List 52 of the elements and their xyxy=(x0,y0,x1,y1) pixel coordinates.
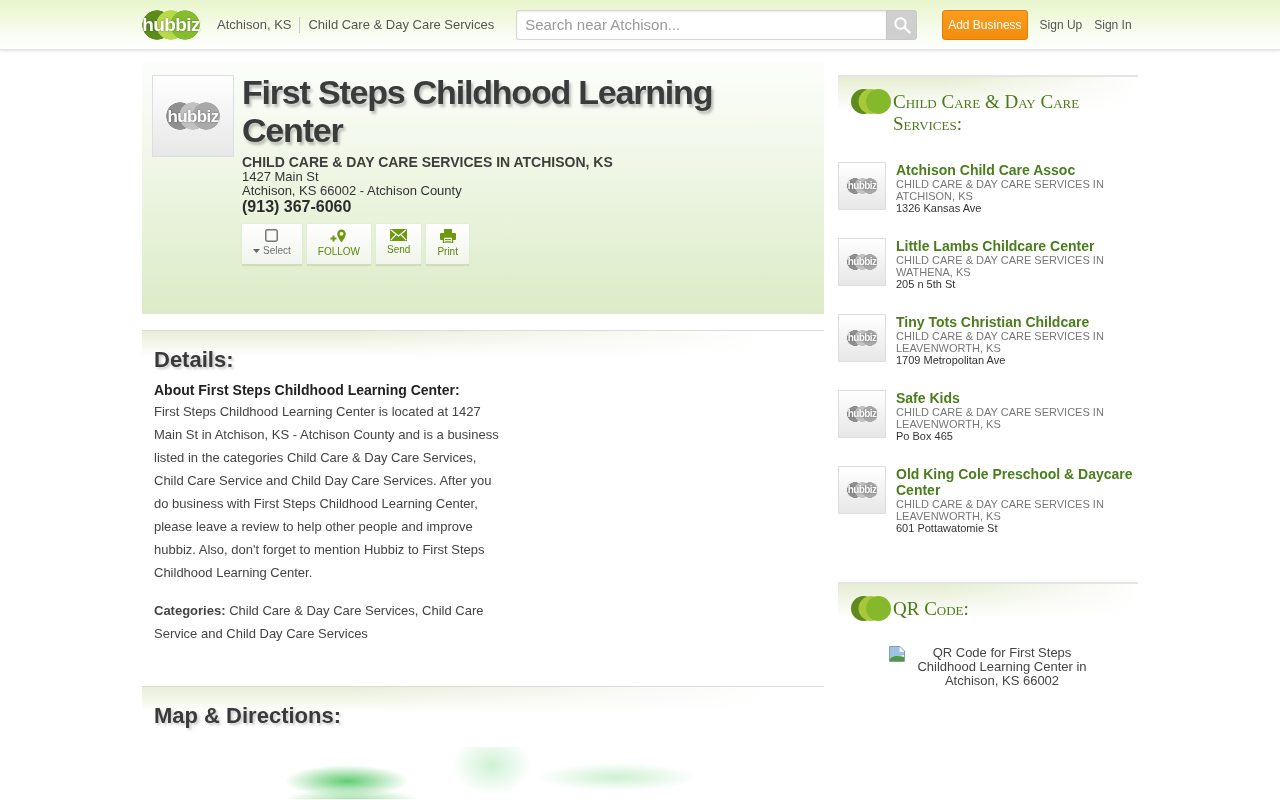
listing-address: Po Box 465 xyxy=(896,430,953,442)
listing-category: CHILD CARE & DAY CARE SERVICES IN LEAVENWORTH, KS xyxy=(896,498,1105,522)
circles-icon xyxy=(851,89,891,114)
placeholder-logo: hubbiz xyxy=(846,178,878,194)
send-button[interactable]: Send xyxy=(376,224,422,266)
business-title: First Steps Childhood Learning Center xyxy=(242,73,714,149)
listing-category: CHILD CARE & DAY CARE SERVICES IN LEAVENWORTH, KS xyxy=(896,406,1105,430)
follow-button[interactable]: FOLLOW xyxy=(306,224,372,266)
listing-address: 205 n 5th St xyxy=(896,278,956,290)
phone-number: (913) 367-6060 xyxy=(242,198,352,216)
placeholder-logo: hubbiz xyxy=(846,330,878,346)
listing-category: CHILD CARE & DAY CARE SERVICES IN WATHENA, KS xyxy=(896,254,1105,278)
circles-icon xyxy=(851,596,891,621)
breadcrumb-link[interactable]: Child Care & Day Care Services xyxy=(299,16,495,33)
listing-category: CHILD CARE & DAY CARE SERVICES IN LEAVENWORTH, KS xyxy=(896,330,1105,354)
caret-down-icon xyxy=(253,249,260,253)
pin-plus-icon xyxy=(330,229,348,243)
sidebar-title: Child Care & Day Care Services: xyxy=(893,91,1081,135)
header-link[interactable]: Sign In xyxy=(1094,17,1132,32)
search-button[interactable] xyxy=(886,9,918,40)
listing-link[interactable]: Old King Cole Preschool & Daycare Center xyxy=(896,466,1138,498)
broken-image-icon xyxy=(889,646,905,662)
qr-alt-text: QR Code for First Steps Childhood Learning Center in Atchison, KS 66002 xyxy=(916,646,1088,688)
header-link[interactable]: Sign Up xyxy=(1039,17,1083,32)
listing-link[interactable]: Tiny Tots Christian Childcare xyxy=(896,314,1090,330)
about-text: First Steps Childhood Learning Center is located at 1427 Main St in Atchison, KS - Atchison County and is a business listed in the categories Child Care & Day Care Services, Child Care Service and Child Day Care Services. After you do business with First Steps Childhood Learning Center, please leave a review to help other people and improve hubbiz. Also, don't forget to mention Hubbiz to First Steps Childhood Learning Center. xyxy=(154,403,500,582)
breadcrumb-link[interactable]: Atchison, KS xyxy=(217,16,292,33)
categories-text: Categories: Child Care & Day Care Services, Child Care Service and Child Day Care Services xyxy=(154,602,485,643)
section-heading: Map & Directions: xyxy=(154,703,342,729)
print-button[interactable]: Print xyxy=(426,224,469,266)
address-line: Atchison, KS 66002 - Atchison County xyxy=(242,184,462,198)
placeholder-logo: hubbiz xyxy=(846,254,878,270)
listing-category: CHILD CARE & DAY CARE SERVICES IN ATCHISON, KS xyxy=(896,178,1105,202)
search-field[interactable]: Search near Atchison... xyxy=(516,9,887,40)
listing-link[interactable]: Little Lambs Childcare Center xyxy=(896,238,1095,254)
section-heading: Details: xyxy=(154,347,234,373)
listing-address: 601 Pottawatomie St xyxy=(896,522,998,534)
printer-icon xyxy=(439,229,456,243)
listing-address: 1326 Kansas Ave xyxy=(896,202,982,214)
placeholder-logo: hubbiz xyxy=(846,406,878,422)
sidebar-title: QR Code: xyxy=(893,598,969,620)
address-line: 1427 Main St xyxy=(242,170,319,184)
select-button[interactable]: Select xyxy=(242,224,302,266)
business-category: CHILD CARE & DAY CARE SERVICES IN ATCHISON, KS xyxy=(242,154,613,170)
listing-link[interactable]: Atchison Child Care Assoc xyxy=(896,162,1076,178)
listing-link[interactable]: Safe Kids xyxy=(896,390,960,406)
placeholder-logo: hubbiz xyxy=(846,482,878,498)
search-icon xyxy=(892,15,911,34)
envelope-icon xyxy=(390,229,408,241)
about-heading: About First Steps Childhood Learning Center: xyxy=(154,381,461,399)
listing-address: 1709 Metropolitan Ave xyxy=(896,354,1006,366)
placeholder-logo: hubbiz xyxy=(165,102,221,130)
